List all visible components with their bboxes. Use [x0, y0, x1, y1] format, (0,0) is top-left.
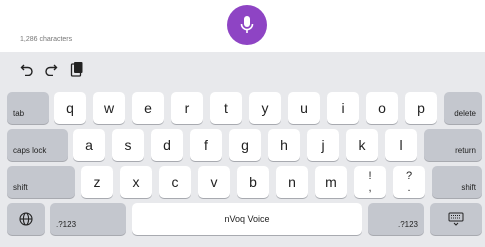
key-u[interactable]: u — [288, 92, 320, 124]
key-v[interactable]: v — [198, 166, 230, 198]
key-f[interactable]: f — [190, 129, 222, 161]
redo-button[interactable] — [41, 59, 61, 79]
key-k[interactable]: k — [346, 129, 378, 161]
key-x[interactable]: x — [120, 166, 152, 198]
numbers-right-key[interactable]: .?123 — [368, 203, 424, 235]
key-r[interactable]: r — [171, 92, 203, 124]
shift-left-key[interactable]: shift — [7, 166, 75, 198]
key-e[interactable]: e — [132, 92, 164, 124]
key-n[interactable]: n — [276, 166, 308, 198]
key-exclamation-comma[interactable]: ! , — [354, 166, 386, 198]
paste-button[interactable] — [67, 59, 87, 79]
key-top-char: ? — [405, 170, 413, 182]
key-g[interactable]: g — [229, 129, 261, 161]
tab-key[interactable]: tab — [7, 92, 49, 124]
keyboard: tab q w e r t y u i o p delete caps lock… — [0, 52, 485, 247]
key-question-period[interactable]: ? . — [393, 166, 425, 198]
redo-icon — [45, 64, 58, 76]
key-c[interactable]: c — [159, 166, 191, 198]
microphone-button[interactable] — [227, 5, 267, 45]
undo-button[interactable] — [17, 59, 37, 79]
key-q[interactable]: q — [54, 92, 86, 124]
key-w[interactable]: w — [93, 92, 125, 124]
key-m[interactable]: m — [315, 166, 347, 198]
key-i[interactable]: i — [327, 92, 359, 124]
key-j[interactable]: j — [307, 129, 339, 161]
character-count: 1,286 characters — [20, 36, 73, 43]
key-top-char: ! — [368, 170, 372, 182]
shift-right-key[interactable]: shift — [432, 166, 482, 198]
globe-key[interactable] — [7, 203, 45, 235]
key-d[interactable]: d — [151, 129, 183, 161]
caps-lock-key[interactable]: caps lock — [7, 129, 68, 161]
key-bottom-char: . — [407, 182, 411, 194]
key-z[interactable]: z — [81, 166, 113, 198]
key-s[interactable]: s — [112, 129, 144, 161]
key-bottom-char: , — [368, 182, 372, 194]
key-h[interactable]: h — [268, 129, 300, 161]
hide-keyboard-key[interactable] — [430, 203, 482, 235]
microphone-icon — [240, 16, 254, 33]
keyboard-toolbar — [0, 52, 485, 86]
undo-icon — [20, 64, 33, 76]
key-b[interactable]: b — [237, 166, 269, 198]
editor-area: 1,286 characters — [0, 0, 485, 52]
key-p[interactable]: p — [405, 92, 437, 124]
delete-key[interactable]: delete — [444, 92, 482, 124]
key-o[interactable]: o — [366, 92, 398, 124]
globe-icon — [19, 212, 33, 226]
key-a[interactable]: a — [73, 129, 105, 161]
return-key[interactable]: return — [424, 129, 482, 161]
key-l[interactable]: l — [385, 129, 417, 161]
key-t[interactable]: t — [210, 92, 242, 124]
clipboard-icon — [70, 62, 83, 77]
keyboard-icon — [448, 212, 464, 226]
numbers-left-key[interactable]: .?123 — [50, 203, 126, 235]
space-key[interactable]: nVoq Voice — [132, 203, 362, 235]
key-y[interactable]: y — [249, 92, 281, 124]
